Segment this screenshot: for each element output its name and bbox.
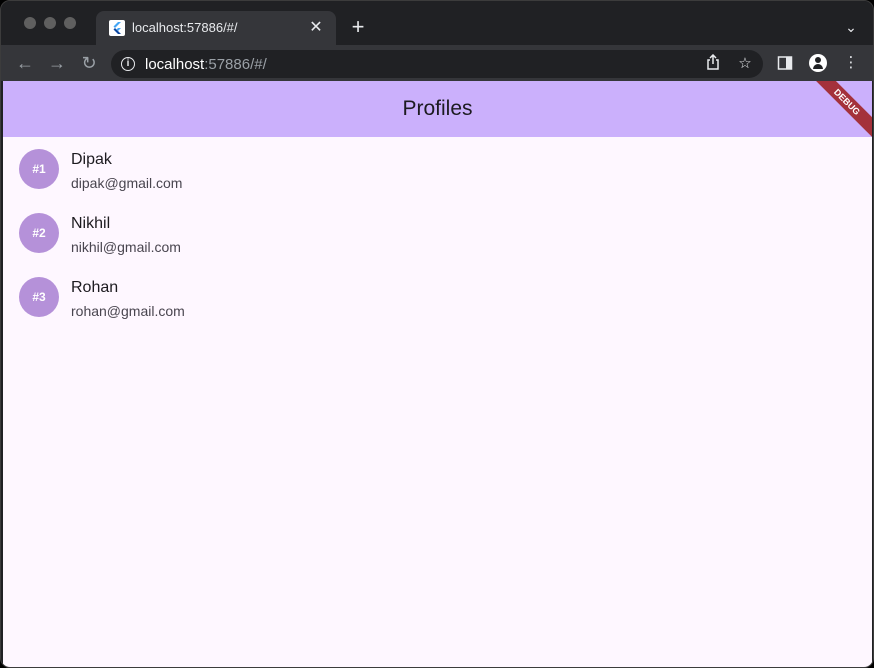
browser-tab[interactable]: localhost:57886/#/ ✕ [96,11,336,45]
profile-email: dipak@gmail.com [71,175,183,191]
side-panel-icon[interactable] [773,51,797,75]
list-item[interactable]: #3 Rohan rohan@gmail.com [3,265,872,329]
browser-window: localhost:57886/#/ ✕ + ⌄ ← → ↻ i localho… [0,0,874,668]
address-bar[interactable]: i localhost:57886/#/ ☆ [111,50,763,78]
close-window-button[interactable] [24,17,36,29]
flutter-favicon-icon [109,20,125,36]
profile-name: Rohan [71,279,119,296]
minimize-window-button[interactable] [44,17,56,29]
forward-arrow-icon[interactable]: → [45,51,69,75]
share-icon[interactable] [703,53,723,74]
profile-avatar-icon[interactable] [806,51,830,75]
app-bar: Profiles DEBUG [3,81,872,146]
page-title: Profiles [402,97,473,120]
site-info-icon[interactable]: i [121,57,135,71]
maximize-window-button[interactable] [64,17,76,29]
avatar: #1 [19,149,59,189]
profile-email: rohan@gmail.com [71,303,185,319]
avatar: #2 [19,213,59,253]
tab-strip: localhost:57886/#/ ✕ + ⌄ [1,1,873,45]
flutter-app: Profiles DEBUG #1 Dipak dipak@gmail.com … [3,81,872,667]
bookmark-star-icon[interactable]: ☆ [735,54,755,74]
list-item[interactable]: #1 Dipak dipak@gmail.com [3,137,872,201]
browser-toolbar: ← → ↻ i localhost:57886/#/ ☆ ⋮ [1,45,873,81]
list-item[interactable]: #2 Nikhil nikhil@gmail.com [3,201,872,265]
url-text: localhost:57886/#/ [145,56,267,73]
tab-title: localhost:57886/#/ [132,20,238,35]
profile-name: Nikhil [71,215,111,232]
tab-search-chevron-icon[interactable]: ⌄ [839,15,863,39]
profile-email: nikhil@gmail.com [71,239,181,255]
new-tab-icon[interactable]: + [346,15,370,39]
profile-name: Dipak [71,151,112,168]
more-menu-icon[interactable]: ⋮ [839,51,863,75]
tab-close-icon[interactable]: ✕ [306,18,326,38]
back-arrow-icon[interactable]: ← [13,51,37,75]
profile-list: #1 Dipak dipak@gmail.com #2 Nikhil nikhi… [3,137,872,329]
reload-icon[interactable]: ↻ [77,51,101,75]
avatar: #3 [19,277,59,317]
